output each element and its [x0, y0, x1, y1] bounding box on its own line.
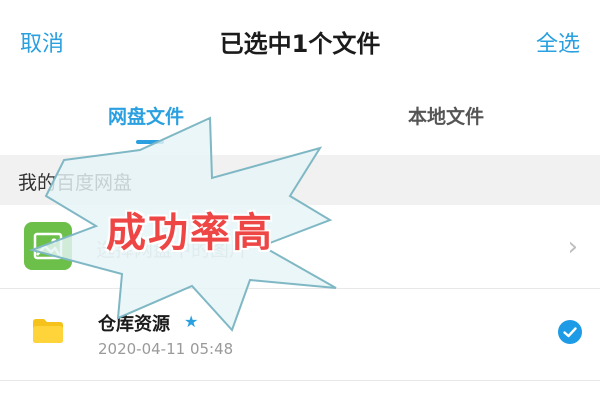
select-all-button[interactable]: 全选 — [536, 26, 580, 58]
breadcrumb-label: 我的百度网盘 — [18, 172, 133, 194]
tab-local-files[interactable]: 本地文件 — [408, 102, 484, 129]
source-tabs: 网盘文件 本地文件 — [0, 88, 600, 150]
album-picker-label: 选择网盘中的图片 — [96, 239, 249, 261]
tab-netdisk-files[interactable]: 网盘文件 — [108, 102, 184, 129]
active-tab-indicator — [136, 140, 164, 144]
folder-date: 2020-04-11 05:48 — [98, 340, 234, 358]
photo-album-icon — [24, 222, 72, 270]
list-item[interactable]: 仓库资源 ★ 2020-04-11 05:48 — [0, 300, 600, 381]
album-picker-row[interactable]: 选择网盘中的图片 › — [0, 208, 600, 289]
selection-header: 取消 已选中1个文件 全选 — [0, 0, 600, 80]
page-title: 已选中1个文件 — [219, 30, 381, 58]
chevron-right-icon: › — [567, 232, 578, 262]
breadcrumb: 我的百度网盘 — [0, 155, 600, 205]
checkbox-checked-icon[interactable] — [558, 320, 582, 344]
folder-icon — [32, 318, 64, 348]
folder-name: 仓库资源 — [98, 314, 170, 335]
star-icon: ★ — [184, 312, 199, 331]
